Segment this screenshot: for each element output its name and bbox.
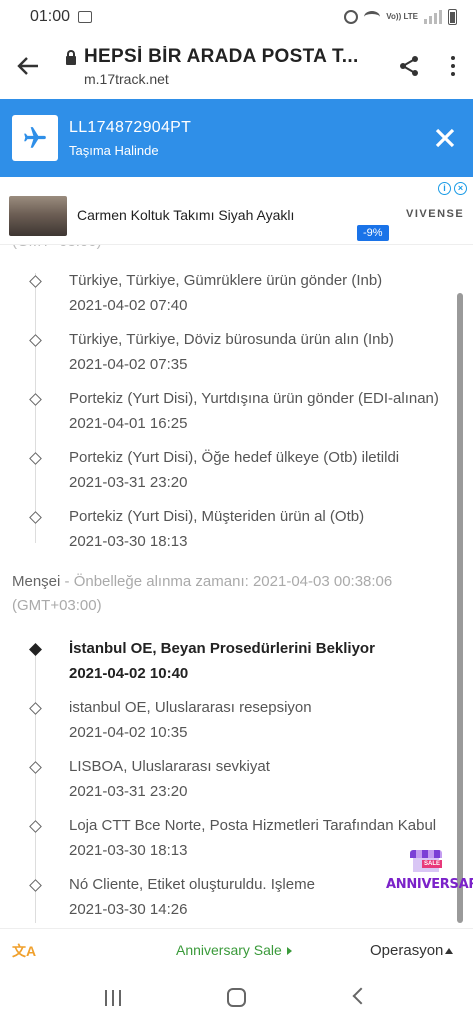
address-bar[interactable]: HEPSİ BİR ARADA POSTA T... m.17track.net	[84, 46, 385, 87]
battery-icon	[448, 9, 457, 25]
event-description: Nó Cliente, Etiket oluşturuldu. Işleme	[69, 876, 315, 893]
overflow-menu-button[interactable]	[433, 34, 473, 98]
event-description: İstanbul OE, Beyan Prosedürlerini Bekliy…	[69, 640, 375, 657]
event-date: 2021-04-02 10:40	[69, 665, 189, 682]
status-icons: Vo)) LTE	[344, 9, 457, 25]
tracking-number: LL174872904PT	[69, 118, 192, 136]
scrollbar[interactable]	[457, 293, 463, 923]
translate-icon[interactable]: 文A	[12, 941, 36, 961]
system-nav-bar	[0, 972, 473, 1024]
play-arrow-icon	[286, 947, 292, 956]
event-date: 2021-03-31 23:20	[69, 783, 188, 800]
recents-button[interactable]	[105, 990, 121, 1006]
status-time: 01:00	[30, 8, 71, 25]
ad-info-icon[interactable]: i	[438, 182, 451, 195]
operations-button[interactable]: Operasyon	[370, 942, 454, 959]
ad-close-icon[interactable]: ×	[454, 182, 467, 195]
home-button[interactable]	[227, 988, 246, 1007]
event-date: 2021-03-30 18:13	[69, 533, 188, 550]
diamond-marker-icon	[29, 275, 42, 288]
event-date: 2021-03-30 18:13	[69, 842, 188, 859]
event-description: LISBOA, Uluslararası sevkiyat	[69, 758, 270, 775]
event-description: Portekiz (Yurt Disi), Öğe hedef ülkeye (…	[69, 449, 400, 466]
discount-badge: -9%	[357, 225, 389, 241]
event-description: Türkiye, Türkiye, Döviz bürosunda ürün a…	[69, 331, 394, 348]
caret-up-icon	[445, 948, 454, 955]
ad-title[interactable]: Carmen Koltuk Takımı Siyah Ayaklı	[77, 207, 294, 223]
ad-choices[interactable]: i ×	[438, 182, 467, 195]
event-description: Loja CTT Bce Norte, Posta Hizmetleri Tar…	[69, 817, 437, 834]
event-date: 2021-04-02 07:35	[69, 356, 188, 373]
ad-banner[interactable]: i × Carmen Koltuk Takımı Siyah Ayaklı -9…	[0, 178, 473, 245]
event-date: 2021-04-01 16:25	[69, 415, 188, 432]
close-button[interactable]	[417, 99, 473, 177]
event-description: Portekiz (Yurt Disi), Yurtdışına ürün gö…	[69, 390, 439, 407]
diamond-marker-icon	[29, 393, 42, 406]
page-title: HEPSİ BİR ARADA POSTA T...	[84, 45, 359, 67]
diamond-marker-icon	[29, 702, 42, 715]
wifi-icon	[364, 11, 381, 23]
signal-icon	[424, 10, 442, 24]
event-date: 2021-03-31 23:20	[69, 474, 188, 491]
alarm-icon	[344, 10, 359, 24]
back-arrow-icon	[17, 57, 38, 75]
ad-product-image[interactable]	[9, 196, 67, 236]
event-description: Türkiye, Türkiye, Gümrüklere ürün gönder…	[69, 272, 383, 289]
ad-brand-logo: VIVENSE	[406, 208, 465, 220]
lock-icon	[66, 50, 76, 65]
diamond-marker-icon	[29, 820, 42, 833]
back-arrow-button[interactable]	[0, 34, 56, 98]
event-date: 2021-03-30 14:26	[69, 901, 188, 918]
diamond-marker-icon	[29, 334, 42, 347]
airplane-icon	[12, 115, 58, 161]
event-description: Portekiz (Yurt Disi), Müşteriden ürün al…	[69, 508, 365, 525]
diamond-marker-icon	[29, 879, 42, 892]
timeline-line	[35, 273, 36, 543]
volte-icon: Vo)) LTE	[386, 12, 418, 21]
latest-status-marker-icon	[29, 643, 42, 656]
anniversary-sale-link[interactable]: Anniversary Sale	[176, 942, 292, 958]
event-description: istanbul OE, Uluslararası resepsiyon	[69, 699, 312, 716]
event-date: 2021-04-02 10:35	[69, 724, 188, 741]
diamond-marker-icon	[29, 761, 42, 774]
diamond-marker-icon	[29, 511, 42, 524]
tracking-header: LL174872904PT Taşıma Halinde	[0, 99, 473, 177]
diamond-marker-icon	[29, 452, 42, 465]
picture-icon	[78, 11, 93, 23]
close-icon	[435, 128, 455, 148]
shop-icon: SALE	[410, 850, 443, 874]
browser-toolbar: HEPSİ BİR ARADA POSTA T... m.17track.net	[0, 34, 473, 98]
share-button[interactable]	[385, 34, 433, 98]
sale-tag: SALE	[422, 860, 443, 868]
tracking-status: Taşıma Halinde	[69, 142, 159, 158]
status-bar: 01:00 Vo)) LTE	[0, 0, 473, 34]
share-icon	[400, 56, 418, 76]
origin-header: Menşei - Önbelleğe alınma zamanı: 2021-0…	[12, 570, 462, 618]
tracking-timeline: (GMT+03:00) Türkiye, Türkiye, Gümrüklere…	[0, 178, 473, 928]
system-back-button[interactable]	[352, 987, 370, 1005]
anniversary-text: ANNIVERSARY	[386, 877, 473, 892]
bottom-action-bar: 文A Anniversary Sale Operasyon	[0, 928, 473, 972]
cache-time: - Önbelleğe alınma zamanı: 2021-04-03 00…	[12, 573, 393, 614]
origin-label: Menşei	[12, 573, 61, 590]
url-host: m.17track.net	[84, 70, 169, 87]
event-date: 2021-04-02 07:40	[69, 297, 188, 314]
